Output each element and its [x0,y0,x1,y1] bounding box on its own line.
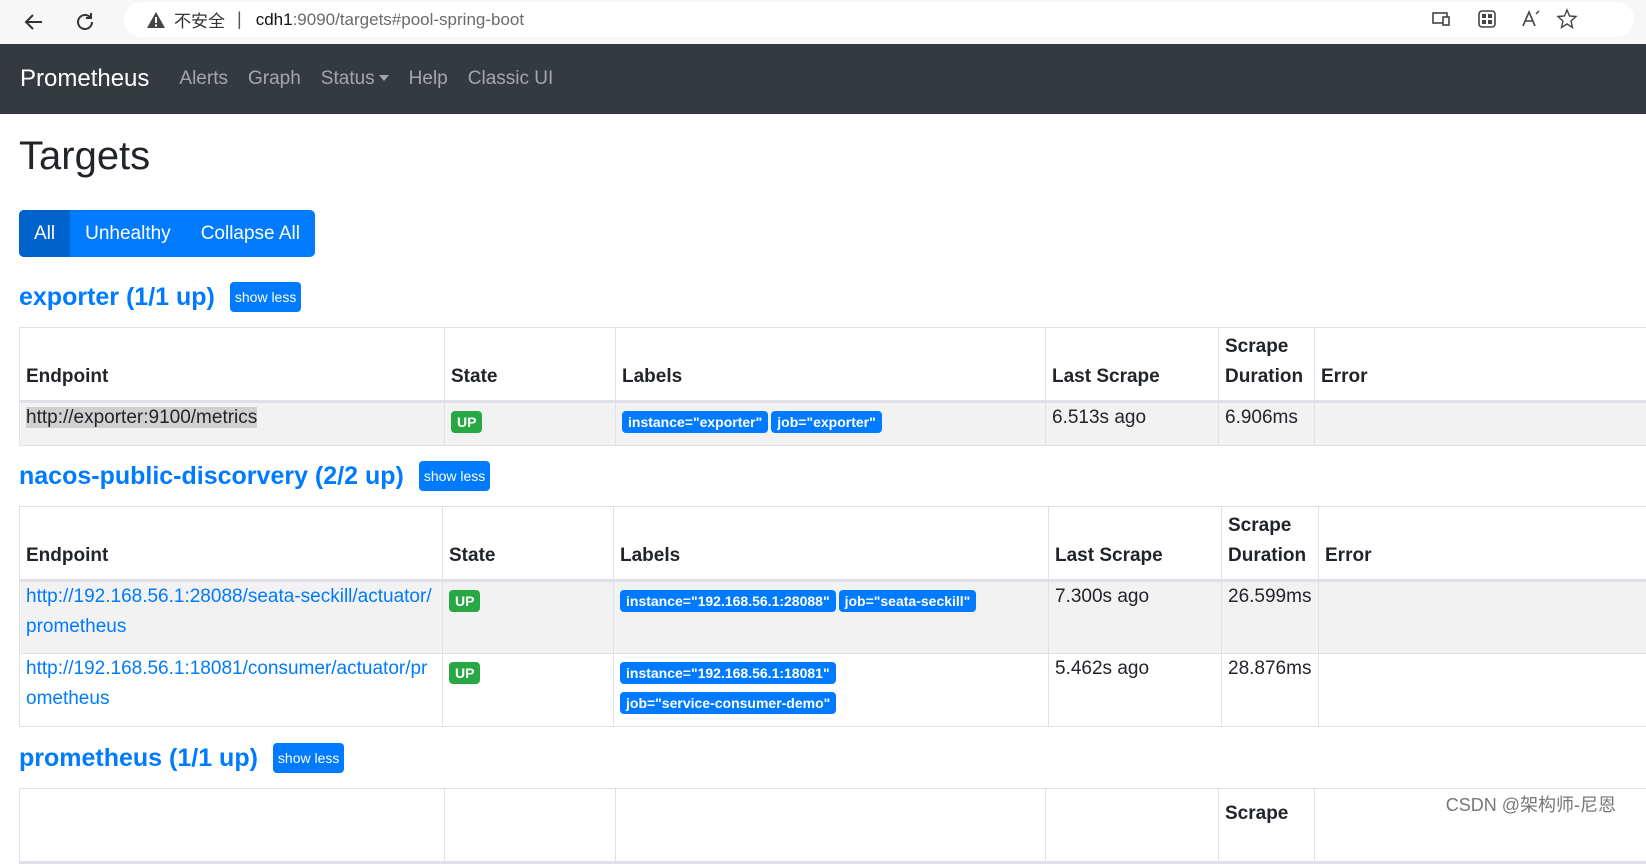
endpoint-link[interactable]: http://192.168.56.1:28088/seata-seckill/… [26,586,432,637]
table-header-row: Endpoint State Labels Last Scrape Scrape… [20,328,1646,402]
scrape-duration-cell: 6.906ms [1219,402,1315,446]
targets-table-exporter: Endpoint State Labels Last Scrape Scrape… [19,327,1646,446]
reload-icon[interactable] [71,8,99,36]
scrape-duration-cell: 26.599ms [1222,581,1319,654]
back-arrow-icon[interactable] [20,8,48,36]
error-cell [1319,581,1646,654]
label-badge: instance="exporter" [622,411,768,433]
col-scrape-duration-line2: Duration [1228,545,1306,566]
pool-title[interactable]: prometheus (1/1 up) [19,744,258,773]
caret-down-icon [379,75,389,81]
top-navbar: Prometheus Alerts Graph Status Help Clas… [0,44,1646,114]
col-scrape-duration: Scrape [1219,789,1315,863]
state-cell: UP [443,581,614,654]
col-scrape-duration-line2: Duration [1225,366,1303,387]
endpoint-cell: http://192.168.56.1:18081/consumer/actua… [20,654,443,727]
nav-help[interactable]: Help [409,68,448,90]
col-state [445,789,616,863]
warning-icon[interactable] [146,10,166,30]
col-labels [616,789,1046,863]
address-separator: | [237,9,242,30]
col-scrape-duration: Scrape Duration [1219,328,1315,402]
table-header-row: Endpoint State Labels Last Scrape Scrape… [20,507,1646,581]
read-aloud-icon[interactable] [1518,6,1544,32]
show-less-button[interactable]: show less [273,743,344,773]
targets-table-prometheus: Scrape [19,788,1646,864]
nav-alerts[interactable]: Alerts [179,68,228,90]
show-less-button[interactable]: show less [419,461,490,491]
col-error: Error [1319,507,1646,581]
pool-header-nacos: nacos-public-discorvery (2/2 up) show le… [19,461,490,491]
col-labels: Labels [614,507,1049,581]
brand-logo-text[interactable]: Prometheus [20,65,149,93]
col-endpoint: Endpoint [20,507,443,581]
filter-unhealthy-button[interactable]: Unhealthy [70,210,186,257]
state-up-badge: UP [449,590,480,612]
last-scrape-cell: 6.513s ago [1046,402,1219,446]
label-badge: instance="192.168.56.1:18081" [620,662,836,684]
col-endpoint [20,789,445,863]
endpoint-cell: http://exporter:9100/metrics [20,402,445,446]
error-cell [1319,654,1646,727]
address-bar[interactable]: 不安全 | cdh1:9090/targets#pool-spring-boot [124,2,1634,37]
col-scrape-duration-line1: Scrape [1225,336,1288,357]
url-path[interactable]: :9090/targets#pool-spring-boot [293,10,525,30]
col-labels: Labels [616,328,1046,402]
nav-graph[interactable]: Graph [248,68,301,90]
nav-classic-ui[interactable]: Classic UI [468,68,554,90]
scrape-duration-cell: 28.876ms [1222,654,1319,727]
label-badge: job="exporter" [771,411,881,433]
col-scrape-duration-line1: Scrape [1228,515,1291,536]
browser-toolbar: 不安全 | cdh1:9090/targets#pool-spring-boot [0,0,1646,45]
watermark: CSDN @架构师-尼恩 [1446,791,1616,817]
endpoint-link[interactable]: http://exporter:9100/metrics [26,407,257,428]
col-scrape-duration-line1: Scrape [1225,803,1288,824]
insecure-label[interactable]: 不安全 [174,7,225,32]
endpoint-cell: http://192.168.56.1:28088/seata-seckill/… [20,581,443,654]
pool-title[interactable]: nacos-public-discorvery (2/2 up) [19,462,404,491]
col-state: State [445,328,616,402]
label-badge: instance="192.168.56.1:28088" [620,590,836,612]
col-endpoint: Endpoint [20,328,445,402]
page-title: Targets [19,134,150,179]
col-last-scrape [1046,789,1219,863]
labels-cell: instance="192.168.56.1:28088"job="seata-… [614,581,1049,654]
last-scrape-cell: 7.300s ago [1049,581,1222,654]
label-badge: job="service-consumer-demo" [620,692,836,714]
pool-title[interactable]: exporter (1/1 up) [19,283,215,312]
url-host[interactable]: cdh1 [256,10,293,30]
filter-all-button[interactable]: All [19,210,70,257]
labels-cell: instance="exporter"job="exporter" [616,402,1046,446]
pool-header-prometheus: prometheus (1/1 up) show less [19,743,344,773]
targets-table-nacos: Endpoint State Labels Last Scrape Scrape… [19,506,1646,727]
table-header-row: Scrape [20,789,1646,863]
col-error: Error [1315,328,1646,402]
show-less-button[interactable]: show less [230,282,301,312]
filter-button-group: All Unhealthy Collapse All [19,210,315,257]
state-cell: UP [443,654,614,727]
app-available-icon[interactable] [1428,6,1454,32]
state-up-badge: UP [449,662,480,684]
col-state: State [443,507,614,581]
last-scrape-cell: 5.462s ago [1049,654,1222,727]
favorite-star-icon[interactable] [1554,6,1580,32]
state-cell: UP [445,402,616,446]
extensions-grid-icon[interactable] [1474,6,1500,32]
col-last-scrape: Last Scrape [1046,328,1219,402]
pool-header-exporter: exporter (1/1 up) show less [19,282,301,312]
table-row: http://192.168.56.1:18081/consumer/actua… [20,654,1646,727]
state-up-badge: UP [451,411,482,433]
endpoint-link[interactable]: http://192.168.56.1:18081/consumer/actua… [26,658,427,709]
table-row: http://192.168.56.1:28088/seata-seckill/… [20,581,1646,654]
table-row: http://exporter:9100/metrics UP instance… [20,402,1646,446]
col-scrape-duration: Scrape Duration [1222,507,1319,581]
col-last-scrape: Last Scrape [1049,507,1222,581]
labels-cell: instance="192.168.56.1:18081" job="servic… [614,654,1049,727]
label-badge: job="seata-seckill" [839,590,977,612]
collapse-all-button[interactable]: Collapse All [186,210,315,257]
error-cell [1315,402,1646,446]
nav-status-dropdown[interactable]: Status [321,68,389,90]
nav-status-label: Status [321,68,375,89]
